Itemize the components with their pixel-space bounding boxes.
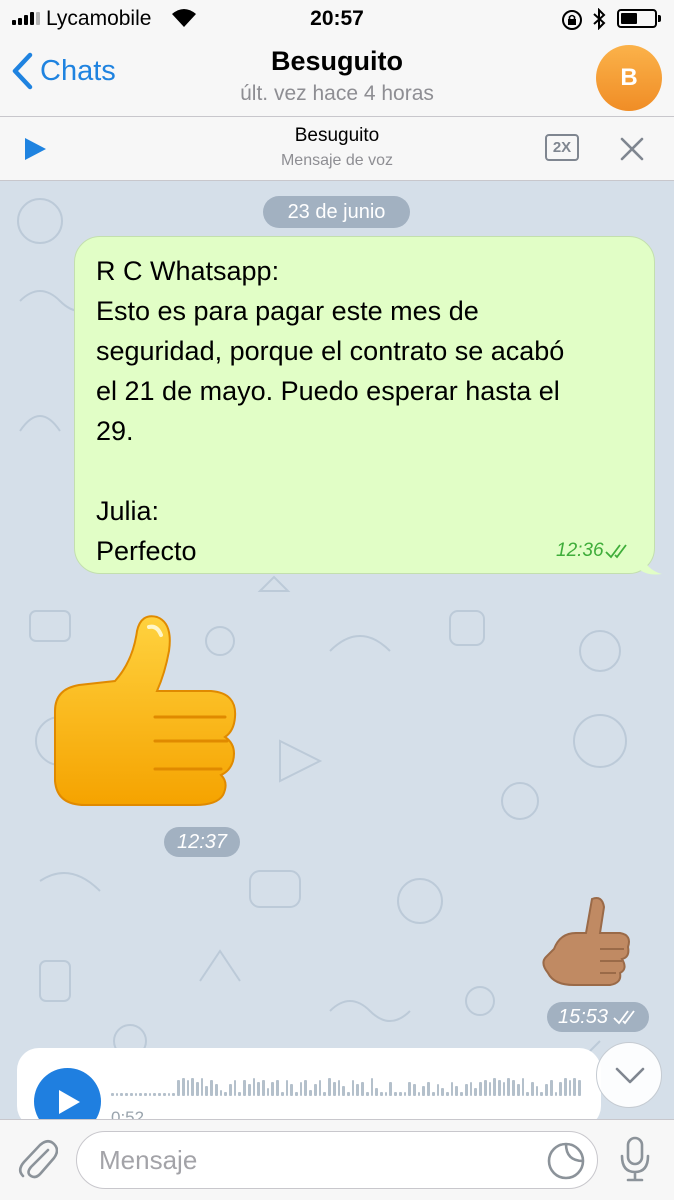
date-separator: 23 de junio	[263, 196, 410, 228]
avatar[interactable]: B	[596, 45, 662, 111]
message-time: 12:37	[176, 830, 228, 853]
voice-player-bar: Besuguito Mensaje de voz 2X	[0, 117, 674, 181]
message-text: R C Whatsapp: Esto es para pagar este me…	[96, 251, 646, 571]
message-line: Esto es para pagar este mes de	[96, 296, 479, 326]
message-input[interactable]	[76, 1131, 598, 1189]
sticker-icon[interactable]	[546, 1141, 586, 1181]
close-icon[interactable]	[619, 136, 645, 162]
rotation-lock-icon	[562, 10, 582, 30]
message-line	[96, 451, 646, 491]
playback-speed-button[interactable]: 2X	[545, 134, 579, 161]
scroll-to-bottom-button[interactable]	[596, 1042, 662, 1108]
microphone-icon[interactable]	[619, 1136, 651, 1182]
status-bar: Lycamobile 20:57	[0, 0, 674, 38]
message-line: seguridad, porque el contrato se acabó	[96, 336, 565, 366]
message-line: 29.	[96, 416, 134, 446]
double-check-icon	[613, 1010, 635, 1025]
thumbs-up-sticker-icon[interactable]	[45, 611, 241, 811]
last-seen-status: últ. vez hace 4 horas	[240, 82, 434, 105]
message-time: 15:53	[557, 1005, 609, 1028]
message-line: Julia:	[96, 496, 160, 526]
bluetooth-icon	[593, 8, 606, 30]
chevron-down-icon	[615, 1067, 645, 1084]
play-icon	[59, 1090, 80, 1114]
chat-title[interactable]: Besuguito	[0, 46, 674, 77]
nav-bar: Chats Besuguito últ. vez hace 4 horas B	[0, 38, 674, 117]
paperclip-icon[interactable]	[18, 1136, 58, 1180]
message-meta: 12:36	[556, 540, 632, 562]
voice-waveform[interactable]	[111, 1070, 581, 1096]
message-time-pill: 12:37	[164, 827, 240, 857]
message-time-pill: 15:53	[547, 1002, 649, 1032]
double-check-icon	[604, 544, 627, 559]
call-me-hand-sticker-icon[interactable]	[540, 893, 632, 989]
battery-icon	[617, 9, 661, 28]
message-line: R C Whatsapp:	[96, 256, 280, 286]
message-time: 12:36	[556, 540, 604, 561]
message-line: el 21 de mayo. Puedo esperar hasta el	[96, 376, 560, 406]
